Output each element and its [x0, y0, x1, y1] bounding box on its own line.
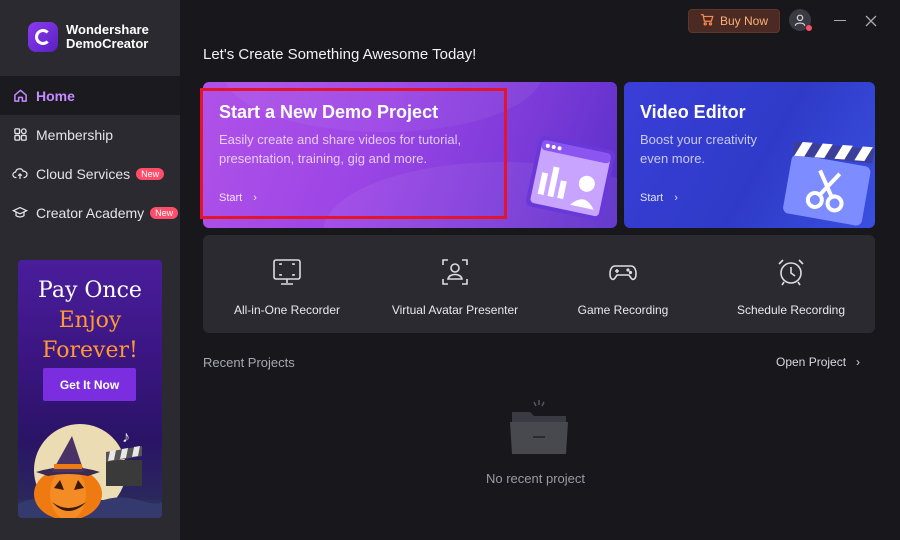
close-icon[interactable] [864, 14, 878, 28]
new-demo-project-card[interactable]: Start a New Demo Project Easily create a… [203, 82, 617, 228]
sidebar-item-membership[interactable]: Membership [0, 115, 180, 154]
democreator-logo-icon [28, 22, 58, 52]
app-logo: Wondershare DemoCreator [28, 22, 149, 52]
clapperboard-scissors-illustration [783, 141, 875, 226]
buy-now-button[interactable]: Buy Now [688, 9, 780, 33]
editor-card-description: Boost your creativity even more. [640, 130, 757, 168]
home-icon [12, 88, 28, 104]
sidebar-item-home[interactable]: Home [0, 76, 180, 115]
sidebar-item-cloud-services[interactable]: Cloud Services New [0, 154, 180, 193]
chevron-right-icon: › [253, 192, 257, 204]
new-badge: New [136, 167, 165, 180]
video-editor-card[interactable]: Video Editor Boost your creativity even … [624, 82, 875, 228]
promo-headline: Pay Once Enjoy Forever! [18, 276, 162, 366]
sidebar-item-label: Home [36, 87, 75, 104]
recent-projects-heading: Recent Projects [203, 355, 295, 370]
game-recording-button[interactable]: Game Recording [539, 235, 707, 333]
demo-card-desc-line2: presentation, training, gig and more. [219, 151, 428, 166]
cloud-icon [12, 166, 28, 182]
promo-line3: Forever! [42, 338, 138, 363]
editor-card-desc-line2: even more. [640, 151, 706, 166]
virtual-avatar-presenter-button[interactable]: Virtual Avatar Presenter [371, 235, 539, 333]
editor-start-link[interactable]: Start › [640, 192, 678, 204]
chevron-right-icon: › [674, 192, 678, 204]
sidebar-item-creator-academy[interactable]: Creator Academy New [0, 193, 180, 232]
svg-text:♪: ♪ [122, 429, 130, 446]
sidebar-item-label: Membership [36, 126, 114, 143]
open-project-link[interactable]: Open Project › [776, 355, 860, 369]
notification-dot [806, 25, 812, 31]
app-name-line2: DemoCreator [66, 36, 149, 51]
open-project-label: Open Project [776, 355, 847, 369]
alarm-clock-icon [778, 259, 804, 286]
gamepad-icon [609, 265, 637, 281]
app-name: Wondershare DemoCreator [66, 23, 149, 51]
demo-card-description: Easily create and share videos for tutor… [219, 130, 461, 168]
demo-start-label: Start [219, 192, 243, 204]
demo-start-link[interactable]: Start › [219, 192, 257, 204]
promo-line1: Pay Once [38, 278, 142, 303]
grid-icon [12, 127, 28, 143]
chevron-right-icon: › [856, 355, 861, 369]
demo-card-desc-line1: Easily create and share videos for tutor… [219, 132, 462, 147]
promo-line2: Enjoy [58, 308, 122, 333]
tool-label: Virtual Avatar Presenter [391, 303, 519, 317]
academy-icon [12, 205, 28, 221]
schedule-recording-button[interactable]: Schedule Recording [707, 235, 875, 333]
sidebar-item-label: Creator Academy [36, 204, 145, 221]
user-icon [794, 14, 806, 26]
app-name-line1: Wondershare [66, 22, 149, 37]
get-it-now-button[interactable]: Get It Now [43, 368, 136, 401]
sidebar-nav: Home Membership Cloud Services New Creat… [0, 76, 180, 232]
promo-banner[interactable]: Pay Once Enjoy Forever! Get It Now ♪ [18, 260, 162, 518]
cart-icon [700, 13, 714, 29]
recording-tools-panel: All-in-One Recorder Virtual Avatar Prese… [203, 235, 875, 333]
sidebar-item-label: Cloud Services [36, 165, 131, 182]
halloween-pumpkin-illustration: ♪ [18, 424, 162, 518]
tool-label: Game Recording [577, 303, 669, 317]
avatar-presenter-icon [442, 259, 468, 285]
editor-start-label: Start [640, 192, 664, 204]
buy-now-label: Buy Now [719, 14, 769, 28]
user-avatar-button[interactable] [789, 9, 812, 31]
editor-card-title: Video Editor [640, 102, 746, 122]
new-badge: New [150, 206, 179, 219]
editor-card-desc-line1: Boost your creativity [640, 132, 758, 147]
demo-card-title: Start a New Demo Project [219, 102, 439, 122]
tool-label: Schedule Recording [736, 303, 846, 317]
tool-label: All-in-One Recorder [233, 303, 341, 317]
minimize-button[interactable] [834, 20, 846, 21]
screen-record-icon [273, 259, 301, 285]
presentation-board-illustration [526, 136, 616, 221]
page-greeting: Let's Create Something Awesome Today! [203, 46, 477, 63]
empty-folder-icon [510, 400, 568, 454]
no-recent-project-text: No recent project [486, 471, 585, 486]
sidebar: Wondershare DemoCreator Home Membership … [0, 0, 180, 540]
all-in-one-recorder-button[interactable]: All-in-One Recorder [203, 235, 371, 333]
